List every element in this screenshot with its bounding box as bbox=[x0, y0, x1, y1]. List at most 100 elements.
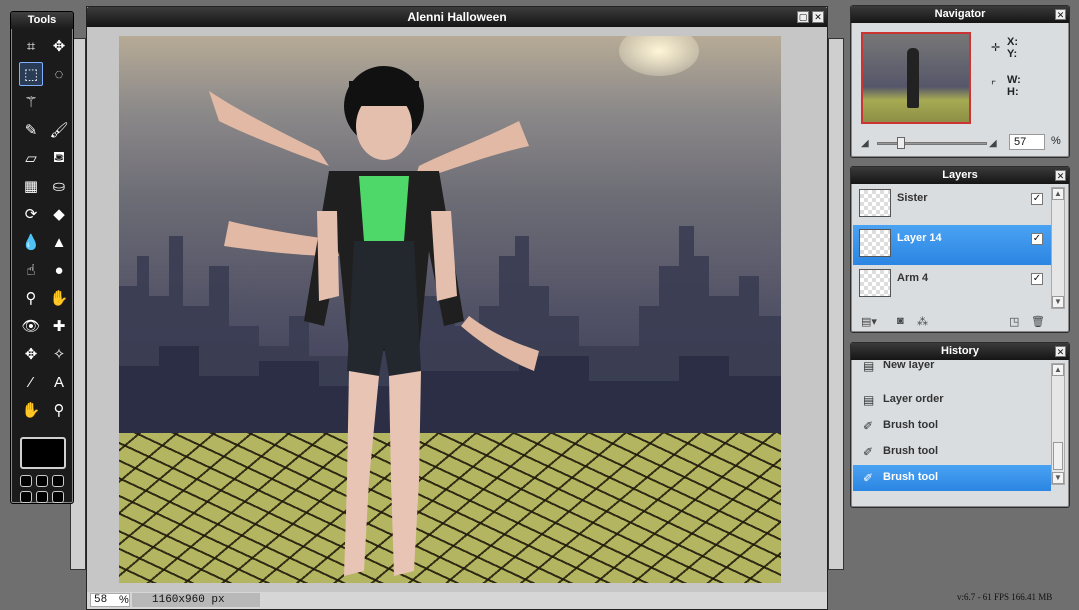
document-title-bar[interactable]: Alenni Halloween ▢ ✕ bbox=[87, 7, 827, 27]
layers-scrollbar[interactable]: ▲ ▼ bbox=[1051, 187, 1065, 309]
history-item-label: Brush tool bbox=[883, 445, 938, 457]
magic-wand-icon[interactable]: ⚚ bbox=[19, 90, 43, 114]
palette-slot[interactable] bbox=[36, 491, 48, 503]
history-title[interactable]: History ✕ bbox=[851, 343, 1069, 360]
image-dimensions: 1160x960 px bbox=[132, 593, 260, 607]
history-panel: History ✕ ▤ New layer ▤ Layer order ✐ Brush t… bbox=[850, 342, 1070, 508]
layer-settings-icon[interactable]: ▤▾ bbox=[861, 315, 877, 328]
zoom-out-icon[interactable]: ◢ bbox=[861, 138, 869, 149]
navigator-zoom-unit: % bbox=[1051, 135, 1061, 147]
history-item-label: Brush tool bbox=[883, 471, 938, 483]
color-replace-icon[interactable]: ⟳ bbox=[19, 202, 43, 226]
scroll-thumb[interactable] bbox=[1053, 442, 1063, 470]
app-status: v:6.7 - 61 FPS 166.41 MB bbox=[957, 592, 1053, 602]
eraser-tool-icon[interactable]: ▱ bbox=[19, 146, 43, 170]
palette-slot[interactable] bbox=[52, 475, 64, 487]
layer-row[interactable]: Layer 14 ✓ bbox=[853, 225, 1051, 265]
layer-row[interactable]: Arm 4 ✓ bbox=[853, 265, 1051, 305]
dodge-tool-icon[interactable]: ⚲ bbox=[19, 286, 43, 310]
tool-grid: ⌗ ✥ ⬚ ◌ ⚚ ✎ 🖌 ▱ ⛾ ▦ ⛀ ⟳ ◆ 💧 ▲ ☝ ● ⚲ ✋ 👁 ✚ ✥ ✧ ⁄ A ✋ ⚲ bbox=[11, 29, 73, 427]
palette-slot[interactable] bbox=[20, 491, 32, 503]
new-layer-icon[interactable]: ◳ bbox=[1009, 315, 1019, 328]
thumbnail-figure bbox=[907, 48, 919, 108]
gradient-tool-icon[interactable]: ▦ bbox=[19, 174, 43, 198]
navigator-title-text: Navigator bbox=[934, 8, 986, 20]
close-icon[interactable]: ✕ bbox=[1055, 170, 1066, 181]
hand-tool-icon[interactable]: ✋ bbox=[19, 398, 43, 422]
scroll-up-icon[interactable]: ▲ bbox=[1052, 364, 1064, 376]
layer-visibility-checkbox[interactable]: ✓ bbox=[1031, 273, 1043, 285]
history-item[interactable]: ▤ New layer bbox=[853, 361, 1051, 387]
history-scrollbar[interactable]: ▲ ▼ bbox=[1051, 363, 1065, 485]
shape-tool-icon[interactable]: ◆ bbox=[47, 202, 71, 226]
navigator-panel: Navigator ✕ ✛ X: Y: ⌜ W: H: ◢ ◢ 57 % bbox=[850, 5, 1070, 158]
bucket-tool-icon[interactable]: ⛾ bbox=[47, 146, 71, 170]
stamp-tool-icon[interactable]: ⛀ bbox=[47, 174, 71, 198]
crop-tool-icon[interactable]: ⌗ bbox=[19, 34, 43, 58]
move-tool-icon[interactable]: ✥ bbox=[47, 34, 71, 58]
scroll-up-icon[interactable]: ▲ bbox=[1052, 188, 1064, 200]
navigator-zoom-row: ◢ ◢ 57 % bbox=[861, 134, 1061, 150]
scroll-down-icon[interactable]: ▼ bbox=[1052, 472, 1064, 484]
layer-thumbnail bbox=[859, 189, 891, 217]
palette-slot[interactable] bbox=[20, 475, 32, 487]
layer-action-icon: ▤ bbox=[863, 361, 875, 373]
close-icon[interactable]: ✕ bbox=[1055, 9, 1066, 20]
bloat-tool-icon[interactable]: ✥ bbox=[19, 342, 43, 366]
w-label: W: bbox=[1007, 74, 1021, 86]
brush-tool-icon[interactable]: 🖌 bbox=[47, 118, 71, 142]
pencil-tool-icon[interactable]: ✎ bbox=[19, 118, 43, 142]
scroll-down-icon[interactable]: ▼ bbox=[1052, 296, 1064, 308]
spot-heal-icon[interactable]: ✚ bbox=[47, 314, 71, 338]
history-item[interactable]: ✐ Brush tool bbox=[853, 439, 1051, 465]
close-icon[interactable]: ✕ bbox=[1055, 346, 1066, 357]
sharpen-tool-icon[interactable]: ▲ bbox=[47, 230, 71, 254]
marquee-tool-icon[interactable]: ⬚ bbox=[19, 62, 43, 86]
history-item-label: Brush tool bbox=[883, 419, 938, 431]
navigator-zoom-input[interactable]: 57 bbox=[1009, 134, 1045, 150]
navigator-title[interactable]: Navigator ✕ bbox=[851, 6, 1069, 23]
zoom-in-icon[interactable]: ◢ bbox=[989, 138, 997, 149]
layer-row[interactable]: Sister ✓ bbox=[853, 185, 1051, 225]
layer-thumbnail bbox=[859, 229, 891, 257]
history-item[interactable]: ✐ Brush tool bbox=[853, 465, 1051, 491]
color-swatch[interactable] bbox=[20, 437, 66, 469]
history-item[interactable]: ▤ Layer order bbox=[853, 387, 1051, 413]
zoom-tool-icon[interactable]: ⚲ bbox=[47, 398, 71, 422]
layers-toolbar: ▤▾ ◙ ⁂ ◳ 🗑 bbox=[859, 315, 1059, 329]
background-window bbox=[828, 38, 844, 570]
zoom-slider[interactable] bbox=[877, 142, 987, 145]
empty-slot bbox=[47, 90, 71, 114]
canvas-area[interactable] bbox=[87, 27, 827, 592]
palette-slot[interactable] bbox=[36, 475, 48, 487]
blur-tool-icon[interactable]: 💧 bbox=[19, 230, 43, 254]
lasso-tool-icon[interactable]: ◌ bbox=[47, 62, 71, 86]
layer-name: Sister bbox=[897, 192, 928, 204]
type-tool-icon[interactable]: A bbox=[47, 370, 71, 394]
close-button[interactable]: ✕ bbox=[812, 11, 824, 23]
layer-visibility-checkbox[interactable]: ✓ bbox=[1031, 233, 1043, 245]
delete-layer-icon[interactable]: 🗑 bbox=[1031, 315, 1045, 328]
zoom-slider-handle[interactable] bbox=[897, 137, 905, 149]
x-label: X: bbox=[1007, 36, 1018, 48]
layer-styles-icon[interactable]: ⁂ bbox=[917, 315, 928, 328]
smudge-tool-icon[interactable]: ☝ bbox=[19, 258, 43, 282]
history-item-label: Layer order bbox=[883, 393, 944, 405]
red-eye-tool-icon[interactable]: 👁 bbox=[19, 314, 43, 338]
window-buttons: ▢ ✕ bbox=[797, 11, 824, 23]
navigator-thumbnail[interactable] bbox=[861, 32, 971, 124]
brush-icon: ✐ bbox=[863, 471, 874, 485]
history-item[interactable]: ✐ Brush tool bbox=[853, 413, 1051, 439]
color-picker-icon[interactable]: ⁄ bbox=[19, 370, 43, 394]
document-statusbar: 58 % 1160x960 px bbox=[87, 592, 827, 609]
palette-slot[interactable] bbox=[52, 491, 64, 503]
image-canvas[interactable] bbox=[119, 36, 781, 583]
burn-tool-icon[interactable]: ✋ bbox=[47, 286, 71, 310]
maximize-button[interactable]: ▢ bbox=[797, 11, 809, 23]
layer-visibility-checkbox[interactable]: ✓ bbox=[1031, 193, 1043, 205]
layer-mask-icon[interactable]: ◙ bbox=[897, 315, 904, 327]
sponge-tool-icon[interactable]: ● bbox=[47, 258, 71, 282]
brush-icon: ✐ bbox=[863, 419, 874, 433]
pinch-tool-icon[interactable]: ✧ bbox=[47, 342, 71, 366]
layers-title[interactable]: Layers ✕ bbox=[851, 167, 1069, 184]
